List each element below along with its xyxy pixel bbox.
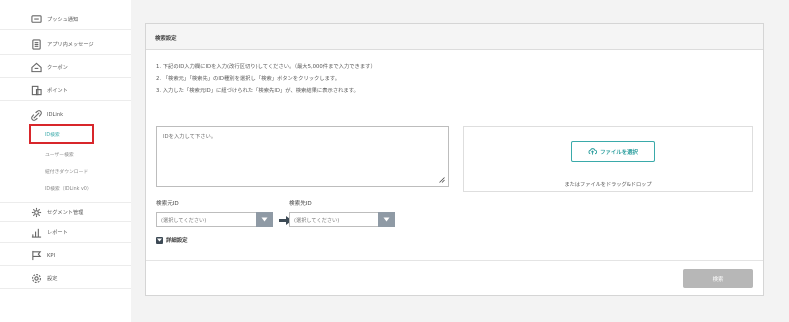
coupon-icon bbox=[30, 62, 42, 74]
sidebar-item-settings[interactable]: 設定 bbox=[0, 269, 131, 289]
gear-icon bbox=[30, 273, 42, 285]
panel-header: 検索設定 bbox=[146, 24, 763, 50]
file-drop-zone[interactable]: ファイルを選択 またはファイルをドラッグ&ドロップ bbox=[463, 126, 753, 192]
instruction-line-1: 1. 下記のID入力欄にIDを入力(改行区切り)してください。（最大5,000件… bbox=[156, 64, 376, 70]
target-id-select[interactable]: (選択してください) bbox=[289, 212, 395, 227]
sidebar-item-coupon[interactable]: クーポン bbox=[0, 58, 131, 78]
chevron-down-icon bbox=[378, 212, 395, 227]
sidebar-item-label: アプリ内メッセージ bbox=[47, 42, 94, 48]
link-icon bbox=[30, 109, 42, 121]
point-icon bbox=[30, 85, 42, 97]
sidebar-subitem-id-search-v0[interactable]: ID検索（IDLink v0） bbox=[0, 180, 131, 197]
sidebar-item-label: セグメント管理 bbox=[47, 209, 84, 216]
search-settings-panel: 検索設定 1. 下記のID入力欄にIDを入力(改行区切り)してください。（最大5… bbox=[145, 23, 764, 296]
textarea-placeholder: IDを入力して下さい。 bbox=[163, 134, 217, 140]
sidebar-subitem-label: ユーザー検索 bbox=[45, 153, 74, 158]
source-id-label: 検索元ID bbox=[156, 201, 179, 207]
advanced-settings-label: 詳細設定 bbox=[166, 238, 188, 244]
sidebar-item-segment[interactable]: セグメント管理 bbox=[0, 202, 131, 222]
resize-handle-icon[interactable] bbox=[439, 177, 445, 183]
chart-icon bbox=[30, 227, 42, 239]
id-input-textarea[interactable]: IDを入力して下さい。 bbox=[156, 126, 449, 187]
panel-divider bbox=[146, 260, 763, 261]
sidebar-subitem-label: ID検索（IDLink v0） bbox=[45, 187, 92, 192]
sidebar-item-label: 設定 bbox=[47, 276, 58, 282]
sidebar-item-label: IDLink bbox=[47, 112, 64, 118]
instruction-line-2: 2. 「検索元」「検索先」のID種別を選択し「検索」ボタンをクリックします。 bbox=[156, 76, 340, 82]
advanced-settings-toggle[interactable]: 詳細設定 bbox=[156, 236, 188, 244]
sidebar-item-label: プッシュ通知 bbox=[47, 17, 79, 23]
search-button-label: 検索 bbox=[712, 276, 724, 283]
push-notification-icon bbox=[30, 14, 42, 26]
sidebar-item-in-app-message[interactable]: アプリ内メッセージ bbox=[0, 35, 131, 55]
sidebar-subitem-user-search[interactable]: ユーザー検索 bbox=[0, 146, 131, 163]
sidebar-item-report[interactable]: レポート bbox=[0, 223, 131, 243]
sidebar-item-push-notification[interactable]: プッシュ通知 bbox=[0, 10, 131, 30]
drop-hint: またはファイルをドラッグ&ドロップ bbox=[564, 182, 652, 188]
sidebar-item-label: KPI bbox=[47, 252, 56, 259]
sidebar-subitem-link-download[interactable]: 紐付きダウンロード bbox=[0, 163, 131, 180]
document-icon bbox=[30, 39, 42, 51]
select-file-label: ファイルを選択 bbox=[600, 149, 638, 156]
sidebar-item-idlink[interactable]: IDLink bbox=[0, 105, 131, 125]
chevron-down-icon bbox=[156, 236, 163, 244]
source-id-select-value: (選択してください) bbox=[161, 218, 207, 224]
instruction-line-3: 3. 入力した「検索元ID」に紐づけられた「検索先ID」が、検索結果に表示されま… bbox=[156, 88, 359, 94]
sidebar-item-label: ポイント bbox=[47, 88, 68, 94]
sidebar-item-point[interactable]: ポイント bbox=[0, 81, 131, 101]
target-id-select-value: (選択してください) bbox=[294, 218, 340, 224]
cloud-upload-icon bbox=[588, 148, 598, 155]
source-id-select[interactable]: (選択してください) bbox=[156, 212, 273, 227]
search-button[interactable]: 検索 bbox=[683, 269, 753, 288]
segment-icon bbox=[30, 206, 42, 218]
sidebar: プッシュ通知 アプリ内メッセージ クーポン ポイント IDLink ID検索 ユ… bbox=[0, 0, 131, 322]
active-item-highlight bbox=[29, 124, 94, 144]
chevron-down-icon bbox=[256, 212, 273, 227]
sidebar-subitem-label: 紐付きダウンロード bbox=[45, 170, 89, 175]
target-id-label: 検索先ID bbox=[289, 201, 312, 207]
panel-title: 検索設定 bbox=[155, 36, 177, 42]
flag-icon bbox=[30, 250, 42, 262]
sidebar-item-label: レポート bbox=[47, 230, 68, 236]
sidebar-item-label: クーポン bbox=[47, 65, 68, 71]
select-file-button[interactable]: ファイルを選択 bbox=[571, 141, 655, 162]
sidebar-item-kpi[interactable]: KPI bbox=[0, 246, 131, 266]
